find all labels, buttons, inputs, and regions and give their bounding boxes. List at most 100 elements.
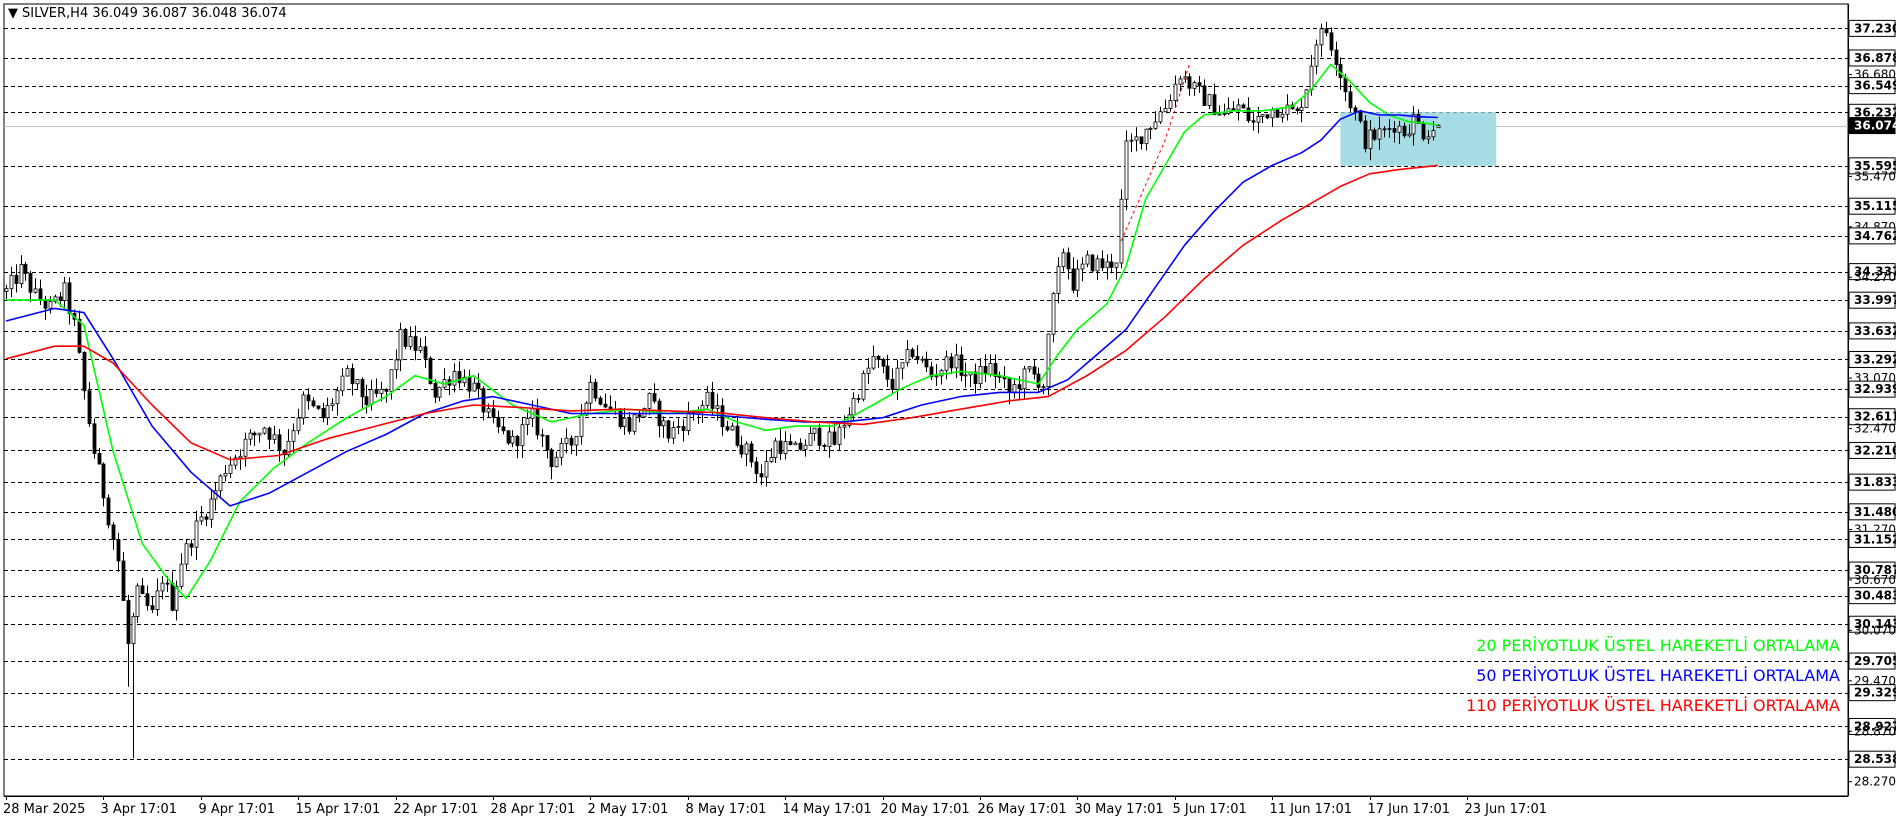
candle-body <box>866 367 871 374</box>
candle-body <box>423 346 428 359</box>
candle <box>1421 121 1426 142</box>
candle-body <box>1080 263 1085 270</box>
candle-body <box>1144 128 1149 145</box>
candle <box>593 378 598 402</box>
candle-body <box>842 425 847 428</box>
y-tick: 32.939 <box>1848 380 1896 398</box>
candle-body <box>145 593 150 607</box>
candle-body <box>803 444 808 450</box>
candle-body <box>988 362 993 375</box>
candle-body <box>1236 104 1241 111</box>
candle-body <box>944 356 949 371</box>
candle-body <box>350 368 355 385</box>
x-tick: 30 May 17:01 <box>1075 796 1164 817</box>
candle-body <box>890 378 895 390</box>
candle-body <box>4 288 9 292</box>
candle-body <box>1372 129 1377 140</box>
candle-body <box>773 440 778 458</box>
candle-body <box>379 388 384 394</box>
candle-body <box>1231 108 1236 111</box>
y-tick-label: 32.210 <box>1854 443 1896 457</box>
candle-body <box>788 441 793 446</box>
y-tick: 30.670 <box>1848 573 1896 587</box>
candle-body <box>408 336 413 347</box>
x-tick-label: 20 May 17:01 <box>881 802 970 817</box>
candle-body <box>949 356 954 369</box>
y-tick: 36.878 <box>1848 49 1896 67</box>
candle-body <box>43 300 48 309</box>
candle-body <box>1338 64 1343 78</box>
candle-body <box>1329 32 1334 51</box>
candle-body <box>165 582 170 585</box>
candle-body <box>564 437 569 444</box>
x-tick-label: 17 Jun 17:01 <box>1368 802 1451 817</box>
candle-body <box>101 463 106 499</box>
x-tick-label: 15 Apr 17:01 <box>296 802 381 817</box>
x-axis: 28 Mar 2025 3 Apr 17:01 9 Apr 17:01 15 Apr … <box>3 796 1848 817</box>
y-tick-label: 30.670 <box>1854 573 1896 587</box>
candle-body <box>895 367 900 390</box>
y-axis: 37.23036.87836.68036.54936.23236.07435.5… <box>1848 4 1896 796</box>
candle-body <box>135 585 140 617</box>
candle-body <box>905 349 910 364</box>
candle-body <box>335 390 340 405</box>
y-tick-label: 37.230 <box>1854 21 1896 35</box>
x-tick-label: 8 May 17:01 <box>686 802 767 817</box>
candle-body <box>1348 91 1353 109</box>
symbol-dropdown-icon[interactable]: ▼ <box>8 6 18 21</box>
y-tick-label: 29.329 <box>1854 686 1896 700</box>
candle <box>1119 189 1124 269</box>
candle-body <box>1436 125 1441 129</box>
candle-body <box>184 543 189 565</box>
y-tick: 30.070 <box>1848 623 1896 637</box>
candle-body <box>1012 384 1017 393</box>
candle-body <box>681 426 686 431</box>
candle-body <box>837 426 842 445</box>
candle-body <box>345 368 350 377</box>
candle-body <box>798 442 803 450</box>
candle-body <box>384 388 389 392</box>
candle-body <box>252 432 257 436</box>
candle-body <box>1075 268 1080 291</box>
candle-body <box>812 427 817 434</box>
y-tick: 32.210 <box>1848 441 1896 459</box>
candle-body <box>1139 136 1144 145</box>
candle-body <box>476 382 481 389</box>
candle-body <box>574 435 579 446</box>
candle-body <box>647 393 652 409</box>
candle-body <box>111 524 116 541</box>
x-tick-label: 30 May 17:01 <box>1075 802 1164 817</box>
candle-body <box>272 434 277 440</box>
x-tick-label: 28 Mar 2025 <box>3 802 85 817</box>
candle-body <box>579 414 584 437</box>
candle-body <box>1178 78 1183 85</box>
candle-body <box>510 435 515 444</box>
x-tick-label: 14 May 17:01 <box>783 802 872 817</box>
candle-body <box>1071 268 1076 291</box>
candle-body <box>394 359 399 371</box>
candle-body <box>598 397 603 405</box>
candle <box>1090 254 1095 273</box>
candle-body <box>340 375 345 392</box>
candle <box>632 414 637 435</box>
candle-body <box>910 349 915 357</box>
price-chart[interactable]: 37.23036.87836.68036.54936.23236.07435.5… <box>0 0 1896 820</box>
legend: 20 PERİYOTLUK ÜSTEL HAREKETLİ ORTALAMA 5… <box>1466 636 1840 715</box>
y-tick-label: 28.870 <box>1854 724 1896 738</box>
candle-body <box>749 443 754 463</box>
candle-body <box>243 438 248 457</box>
candle-body <box>374 389 379 394</box>
y-tick-label: 31.152 <box>1854 532 1896 546</box>
candle-body <box>739 444 744 455</box>
candle-body <box>486 408 491 413</box>
candle <box>861 370 866 402</box>
x-tick: 15 Apr 17:01 <box>296 796 381 817</box>
candle-body <box>545 435 550 451</box>
y-tick-label: 32.470 <box>1854 422 1896 436</box>
legend-ema20: 20 PERİYOTLUK ÜSTEL HAREKETLİ ORTALAMA <box>1476 636 1840 655</box>
candle-body <box>871 355 876 369</box>
candle-body <box>876 355 881 360</box>
candle-body <box>1295 108 1300 112</box>
candle-body <box>209 498 214 520</box>
candle-body <box>194 520 199 548</box>
